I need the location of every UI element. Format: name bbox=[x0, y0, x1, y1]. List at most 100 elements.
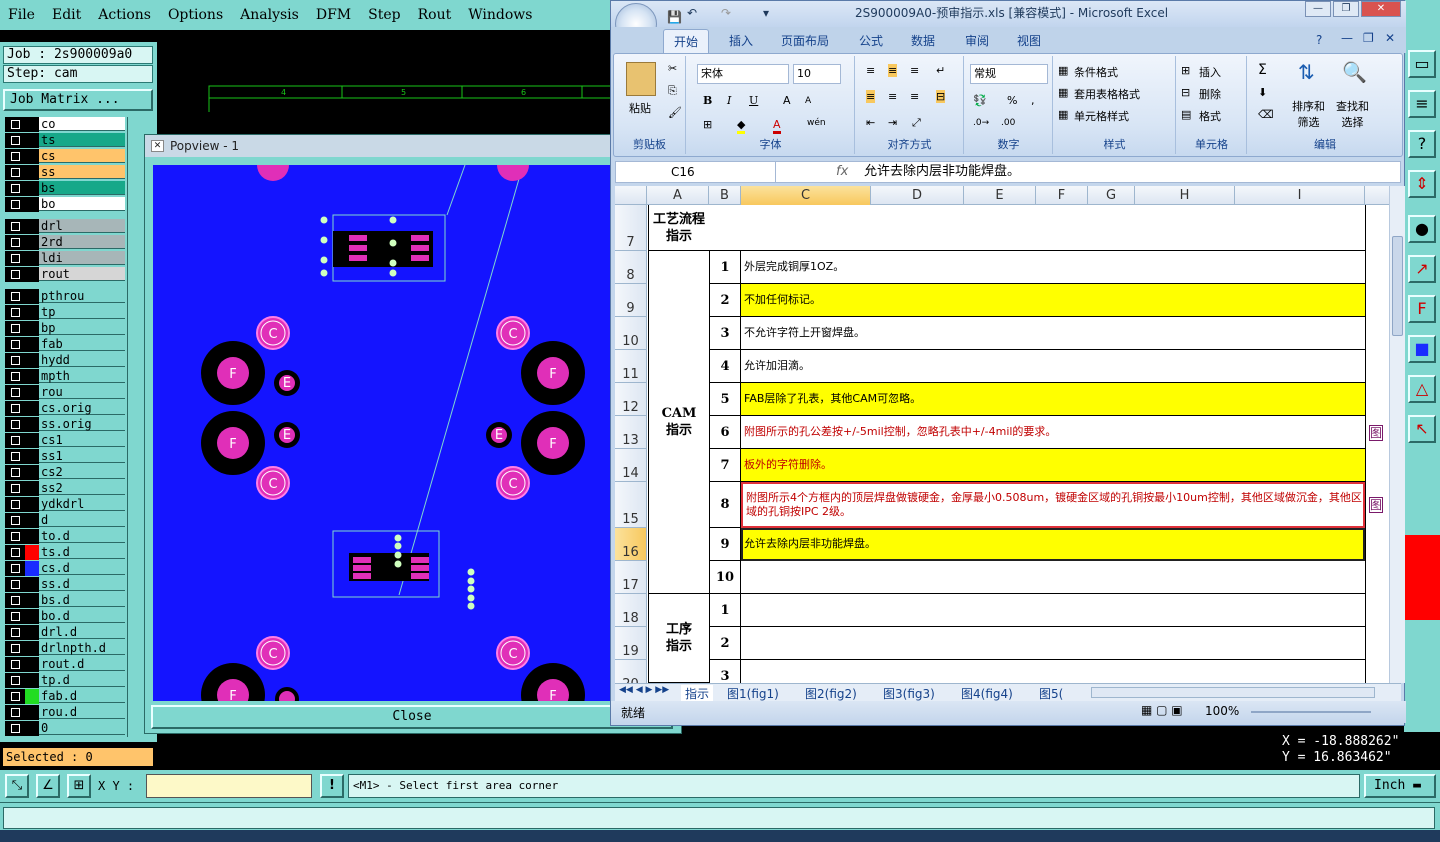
layer-checkbox[interactable] bbox=[5, 705, 25, 720]
layer-row[interactable]: cs.orig bbox=[5, 401, 125, 416]
item-number-cell[interactable]: 6 bbox=[709, 416, 741, 449]
layer-name[interactable]: mpth bbox=[39, 369, 125, 383]
item-number-cell[interactable]: 3 bbox=[709, 660, 741, 683]
layer-row[interactable]: drlnpth.d bbox=[5, 641, 125, 656]
vertical-scrollbar[interactable] bbox=[1389, 186, 1405, 683]
measure-icon[interactable]: ⇕ bbox=[1408, 170, 1436, 198]
font-name-combo[interactable]: 宋体 bbox=[697, 64, 789, 84]
sheet-tab[interactable]: 图2(fig2) bbox=[805, 685, 857, 702]
layer-row[interactable]: mpth bbox=[5, 369, 125, 384]
conditional-format-button[interactable]: 条件格式 bbox=[1074, 64, 1118, 80]
layer-row[interactable]: rou bbox=[5, 385, 125, 400]
close-icon[interactable]: ✕ bbox=[151, 140, 164, 152]
row-header[interactable]: 7 bbox=[615, 205, 647, 251]
item-number-cell[interactable]: 10 bbox=[709, 561, 741, 594]
select-all-corner[interactable] bbox=[615, 186, 647, 205]
layer-row[interactable]: ts.d bbox=[5, 545, 125, 560]
zoom-slider[interactable] bbox=[1251, 711, 1371, 713]
menu-dfm[interactable]: DFM bbox=[316, 7, 351, 23]
layer-row[interactable]: cs.d bbox=[5, 561, 125, 576]
row-header[interactable]: 14 bbox=[615, 449, 647, 482]
layer-row[interactable]: bp bbox=[5, 321, 125, 336]
layer-checkbox[interactable] bbox=[5, 117, 25, 132]
shapes-icon[interactable]: ■ bbox=[1408, 335, 1436, 363]
layer-name[interactable]: cs2 bbox=[39, 465, 125, 479]
layer-checkbox[interactable] bbox=[5, 321, 25, 336]
layer-name[interactable]: cs.orig bbox=[39, 401, 125, 415]
layer-row[interactable]: bs bbox=[5, 181, 125, 196]
format-as-table-button[interactable]: 套用表格格式 bbox=[1074, 86, 1140, 102]
group-cell-cam[interactable]: CAM 指示 bbox=[648, 251, 709, 594]
layer-row[interactable]: pthrou bbox=[5, 289, 125, 304]
item-number-cell[interactable]: 3 bbox=[709, 317, 741, 350]
layer-name[interactable]: ss1 bbox=[39, 449, 125, 463]
fill-icon[interactable]: ⬇ bbox=[1258, 86, 1267, 99]
line-tool-icon[interactable]: ↗ bbox=[1408, 255, 1436, 283]
layer-row[interactable]: fab bbox=[5, 337, 125, 352]
instruction-cell[interactable]: 不加任何标记。 bbox=[741, 284, 1365, 317]
layers-tool-icon[interactable]: ≡ bbox=[1408, 90, 1436, 118]
layer-row[interactable]: cs1 bbox=[5, 433, 125, 448]
item-number-cell[interactable]: 2 bbox=[709, 627, 741, 660]
layer-name[interactable]: 2rd bbox=[39, 235, 125, 249]
layer-checkbox[interactable] bbox=[5, 593, 25, 608]
item-number-cell[interactable]: 4 bbox=[709, 350, 741, 383]
layer-checkbox[interactable] bbox=[5, 369, 25, 384]
group-cell-step[interactable]: 工序 指示 bbox=[648, 594, 709, 683]
underline-icon[interactable]: U bbox=[749, 94, 758, 107]
row-header[interactable]: 17 bbox=[615, 561, 647, 594]
group-cell-process[interactable]: 工艺流程 指示 bbox=[648, 205, 709, 251]
tab-page-layout[interactable]: 页面布局 bbox=[781, 32, 829, 49]
column-header[interactable]: E bbox=[964, 186, 1036, 205]
layer-name[interactable]: drl bbox=[39, 219, 125, 233]
column-header[interactable]: F bbox=[1036, 186, 1088, 205]
workbook-close-icon[interactable]: ✕ bbox=[1385, 31, 1395, 45]
menu-step[interactable]: Step bbox=[368, 7, 400, 23]
close-button[interactable]: Close bbox=[151, 705, 673, 729]
name-box[interactable]: C16 bbox=[616, 162, 776, 182]
tab-review[interactable]: 审阅 bbox=[965, 32, 989, 49]
layer-row[interactable]: rout.d bbox=[5, 657, 125, 672]
layer-name[interactable]: ts bbox=[39, 133, 125, 147]
instruction-cell[interactable]: 附图所示的孔公差按+/-5mil控制，忽略孔表中+/-4mil的要求。 bbox=[741, 416, 1365, 449]
layer-name[interactable]: tp.d bbox=[39, 673, 125, 687]
find-select-button[interactable]: 查找和 选择 bbox=[1336, 98, 1369, 130]
layer-name[interactable]: bs bbox=[39, 181, 125, 195]
menu-edit[interactable]: Edit bbox=[52, 7, 81, 23]
layer-row[interactable]: ss1 bbox=[5, 449, 125, 464]
figure-link-tag[interactable]: 图 bbox=[1369, 497, 1384, 513]
item-number-cell[interactable]: 2 bbox=[709, 284, 741, 317]
layer-name[interactable]: cs.d bbox=[39, 561, 125, 575]
layer-row[interactable]: bo.d bbox=[5, 609, 125, 624]
layer-name[interactable]: ts.d bbox=[39, 545, 125, 559]
layer-name[interactable]: ss bbox=[39, 165, 125, 179]
layer-checkbox[interactable] bbox=[5, 149, 25, 164]
autosum-icon[interactable]: Σ bbox=[1258, 62, 1267, 78]
scroll-thumb[interactable] bbox=[1392, 236, 1403, 336]
graphics-area[interactable]: 4 5 6 bbox=[157, 42, 612, 138]
column-header[interactable]: H bbox=[1135, 186, 1235, 205]
layer-row[interactable]: ss.orig bbox=[5, 417, 125, 432]
layer-name[interactable]: d bbox=[39, 513, 125, 527]
layer-name[interactable]: rou bbox=[39, 385, 125, 399]
copy-icon[interactable]: ⎘ bbox=[668, 84, 677, 98]
layer-name[interactable]: ldi bbox=[39, 251, 125, 265]
decrease-indent-icon[interactable]: ⇤ bbox=[866, 116, 875, 129]
layer-row[interactable]: rout bbox=[5, 267, 125, 282]
layer-checkbox[interactable] bbox=[5, 197, 25, 212]
fill-color-icon[interactable]: ◆ bbox=[737, 118, 746, 134]
menu-actions[interactable]: Actions bbox=[98, 7, 151, 23]
layer-name[interactable]: fab bbox=[39, 337, 125, 351]
bold-icon[interactable]: B bbox=[703, 94, 712, 107]
layer-checkbox[interactable] bbox=[5, 657, 25, 672]
paste-icon[interactable] bbox=[626, 62, 656, 96]
tab-home[interactable]: 开始 bbox=[663, 29, 710, 53]
tab-formulas[interactable]: 公式 bbox=[859, 32, 883, 49]
insert-cells-button[interactable]: 插入 bbox=[1199, 64, 1221, 80]
instruction-cell[interactable]: 外层完成铜厚1OZ。 bbox=[741, 251, 1365, 284]
ff-icon[interactable]: F bbox=[1408, 295, 1436, 323]
currency-icon[interactable]: 💱 bbox=[973, 94, 987, 107]
layer-checkbox[interactable] bbox=[5, 513, 25, 528]
layer-name[interactable]: ss.d bbox=[39, 577, 125, 591]
help-icon[interactable]: ? bbox=[1408, 130, 1436, 158]
